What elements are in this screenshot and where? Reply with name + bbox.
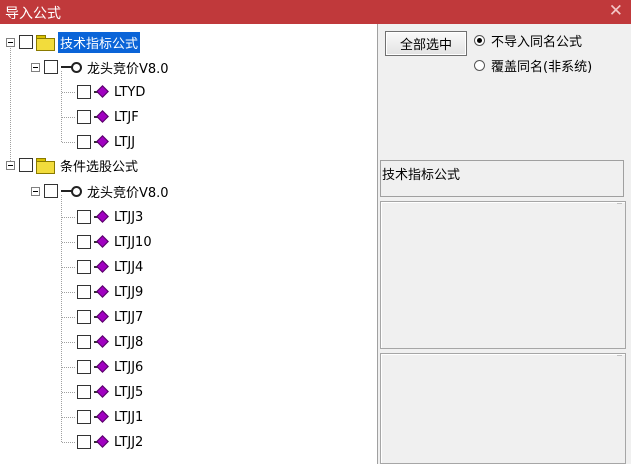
select-all-button[interactable]: 全部选中 [385,31,467,56]
tree-leaf-formula[interactable]: LTJF [77,107,141,127]
radio-button[interactable] [474,35,485,46]
checkbox[interactable] [77,285,91,299]
formula-name[interactable]: LTJJ1 [112,409,145,426]
tree-node-formula-set[interactable]: 龙头竞价V8.0 [31,57,171,77]
formula-icon [94,435,109,449]
formula-icon [94,310,109,324]
tree-leaf-formula[interactable]: LTJJ5 [77,382,145,402]
formula-name[interactable]: LTYD [112,84,147,101]
close-icon[interactable]: ✕ [609,1,623,21]
tree-node-formula-set[interactable]: 龙头竞价V8.0 [31,181,171,201]
formula-icon [94,360,109,374]
radio-no-import[interactable]: 不导入同名公式 [474,31,582,50]
checkbox[interactable] [77,435,91,449]
checkbox[interactable] [77,85,91,99]
title-bar: 导入公式 ✕ [0,0,631,24]
checkbox[interactable] [77,110,91,124]
tree-leaf-formula[interactable]: LTJJ9 [77,282,145,302]
tree-connector-lines [10,46,76,443]
panel-edge-mark [617,203,622,204]
formula-icon [94,110,109,124]
formula-tree[interactable]: 技术指标公式 龙头竞价V8.0 LTYD LTJF LTJJ 条件选股公式 龙头… [0,24,378,464]
checkbox[interactable] [77,135,91,149]
panel-edge-mark [617,355,622,356]
formula-name[interactable]: LTJJ7 [112,309,145,326]
formula-type-text: 技术指标公式 [382,168,461,183]
tree-node-label[interactable]: 条件选股公式 [58,155,140,176]
tree-leaf-formula[interactable]: LTJJ8 [77,332,145,352]
formula-icon [94,260,109,274]
formula-icon [94,235,109,249]
collapse-icon[interactable] [6,37,15,47]
radio-button[interactable] [474,60,485,71]
radio-overwrite[interactable]: 覆盖同名(非系统) [474,56,592,75]
window-title: 导入公式 [5,6,61,22]
key-icon [61,186,82,197]
tree-node-label[interactable]: 龙头竞价V8.0 [85,181,171,202]
radio-label: 覆盖同名(非系统) [491,60,593,75]
checkbox[interactable] [77,335,91,349]
tree-leaf-formula[interactable]: LTJJ4 [77,257,145,277]
formula-type-display: 技术指标公式 [380,160,624,197]
formula-name[interactable]: LTJJ8 [112,334,145,351]
tree-leaf-formula[interactable]: LTJJ10 [77,232,154,252]
checkbox[interactable] [44,184,58,198]
checkbox[interactable] [19,158,33,172]
formula-icon [94,210,109,224]
checkbox[interactable] [44,60,58,74]
formula-description-panel [380,353,626,464]
folder-icon [36,35,55,51]
tree-leaf-formula[interactable]: LTJJ7 [77,307,145,327]
formula-name[interactable]: LTJJ2 [112,434,145,451]
formula-icon [94,385,109,399]
formula-icon [94,335,109,349]
tree-leaf-formula[interactable]: LTJJ6 [77,357,145,377]
checkbox[interactable] [77,410,91,424]
tree-leaf-formula[interactable]: LTYD [77,82,147,102]
checkbox[interactable] [77,235,91,249]
collapse-icon[interactable] [31,186,40,196]
key-icon [61,62,82,73]
formula-name[interactable]: LTJJ3 [112,209,145,226]
radio-label: 不导入同名公式 [491,35,583,50]
formula-icon [94,85,109,99]
formula-name[interactable]: LTJJ4 [112,259,145,276]
collapse-icon[interactable] [6,160,15,170]
tree-node-stock-selection[interactable]: 条件选股公式 [6,155,140,175]
tree-leaf-formula[interactable]: LTJJ1 [77,407,145,427]
tree-node-label[interactable]: 技术指标公式 [58,31,141,53]
formula-name[interactable]: LTJF [112,109,141,126]
formula-name[interactable]: LTJJ9 [112,284,145,301]
formula-name[interactable]: LTJJ5 [112,384,145,401]
checkbox[interactable] [19,35,33,49]
tree-node-label[interactable]: 龙头竞价V8.0 [85,57,171,78]
tree-leaf-formula[interactable]: LTJJ2 [77,432,145,452]
formula-name[interactable]: LTJJ6 [112,359,145,376]
formula-name[interactable]: LTJJ10 [112,234,154,251]
formula-icon [94,135,109,149]
collapse-icon[interactable] [31,62,40,72]
formula-icon [94,410,109,424]
tree-node-technical-indicators[interactable]: 技术指标公式 [6,31,141,53]
checkbox[interactable] [77,360,91,374]
formula-name[interactable]: LTJJ [112,134,137,151]
checkbox[interactable] [77,260,91,274]
folder-icon [36,158,55,174]
checkbox[interactable] [77,310,91,324]
checkbox[interactable] [77,210,91,224]
formula-preview-panel [380,201,626,349]
tree-leaf-formula[interactable]: LTJJ3 [77,207,145,227]
tree-leaf-formula[interactable]: LTJJ [77,132,137,152]
checkbox[interactable] [77,385,91,399]
formula-icon [94,285,109,299]
